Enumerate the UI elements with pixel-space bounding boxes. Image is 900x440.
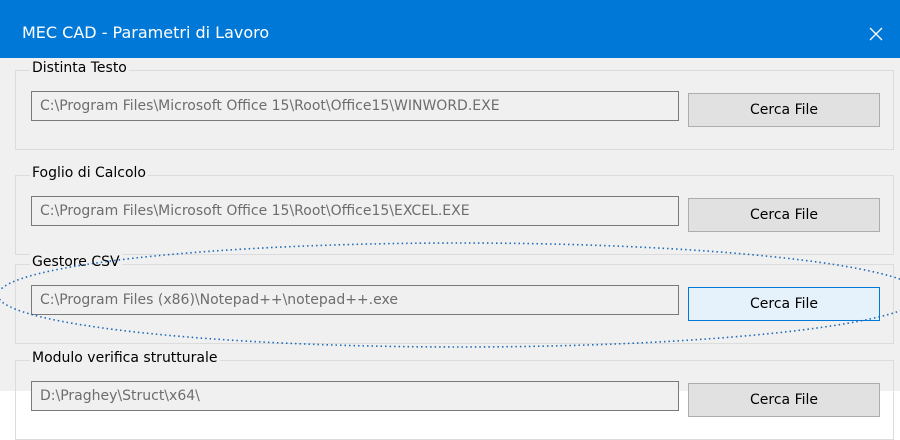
cerca-file-button-foglio-di-calcolo[interactable]: Cerca File — [688, 198, 880, 232]
path-field-distinta-testo[interactable]: C:\Program Files\Microsoft Office 15\Roo… — [31, 91, 679, 121]
close-icon — [869, 27, 883, 41]
group-distinta-testo: Distinta Testo C:\Program Files\Microsof… — [15, 59, 894, 150]
cerca-file-button-gestore-csv[interactable]: Cerca File — [688, 287, 880, 321]
group-label: Modulo verifica strutturale — [30, 349, 220, 367]
window-title: MEC CAD - Parametri di Lavoro — [22, 23, 270, 42]
close-button[interactable] — [850, 10, 900, 58]
path-field-gestore-csv[interactable]: C:\Program Files (x86)\Notepad++\notepad… — [31, 285, 679, 315]
group-modulo-verifica-strutturale: Modulo verifica strutturale D:\Praghey\S… — [15, 349, 894, 440]
cerca-file-button-distinta-testo[interactable]: Cerca File — [688, 93, 880, 127]
title-bar[interactable]: MEC CAD - Parametri di Lavoro — [0, 0, 900, 58]
group-gestore-csv: Gestore CSV C:\Program Files (x86)\Notep… — [15, 253, 894, 344]
dialog-body: Distinta Testo C:\Program Files\Microsof… — [0, 58, 900, 440]
path-field-foglio-di-calcolo[interactable]: C:\Program Files\Microsoft Office 15\Roo… — [31, 196, 679, 226]
group-label: Gestore CSV — [30, 253, 122, 271]
group-label: Distinta Testo — [30, 59, 129, 77]
group-foglio-di-calcolo: Foglio di Calcolo C:\Program Files\Micro… — [15, 164, 894, 255]
path-field-modulo-verifica-strutturale[interactable]: D:\Praghey\Struct\x64\ — [31, 381, 679, 411]
cerca-file-button-modulo-verifica-strutturale[interactable]: Cerca File — [688, 383, 880, 417]
group-label: Foglio di Calcolo — [30, 164, 148, 182]
